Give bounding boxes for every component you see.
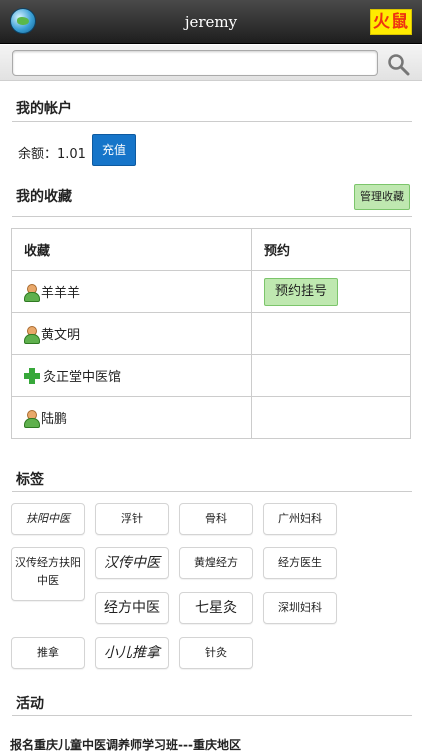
search-icon[interactable] [386, 52, 410, 76]
favorite-name[interactable]: 羊羊羊 [41, 286, 80, 301]
account-section-title: 我的帐户 [16, 101, 72, 117]
tag-button[interactable]: 七星灸 [179, 592, 253, 624]
tag-button[interactable]: 汉传中医 [95, 547, 169, 579]
tag-button[interactable]: 扶阳中医 [11, 503, 85, 535]
column-header-booking: 预约 [251, 228, 411, 271]
tag-button[interactable]: 浮针 [95, 503, 169, 535]
favorite-cell[interactable]: 羊羊羊 [11, 270, 252, 313]
favorite-name[interactable]: 黄文明 [41, 328, 80, 343]
tag-button[interactable]: 深圳妇科 [263, 592, 337, 624]
search-input[interactable] [12, 50, 378, 76]
divider [12, 121, 412, 122]
tag-button[interactable]: 黄煌经方 [179, 547, 253, 579]
activity-item-link[interactable]: 报名重庆儿童中医调养师学习班---重庆地区 [10, 736, 241, 753]
tag-button[interactable]: 针灸 [179, 637, 253, 669]
search-bar [0, 45, 422, 81]
tags-section-title: 标签 [16, 472, 44, 488]
activity-section-title: 活动 [16, 696, 44, 712]
tag-button[interactable]: 汉传经方扶阳中医 [11, 547, 85, 601]
person-icon [24, 326, 40, 344]
booking-cell [251, 396, 411, 439]
column-header-favorite: 收藏 [11, 228, 252, 271]
tag-button[interactable]: 推拿 [11, 637, 85, 669]
green-cross-icon [24, 368, 40, 384]
table-row: 羊羊羊 预约挂号 [11, 270, 411, 313]
page-title: jeremy [184, 13, 238, 31]
favorite-cell[interactable]: 灸正堂中医馆 [11, 354, 252, 397]
brand-logo[interactable]: 火鼠 [370, 9, 412, 35]
favorite-name[interactable]: 灸正堂中医馆 [43, 370, 121, 385]
favorites-table: 收藏 预约 羊羊羊 预约挂号 黄文明 灸正堂中医馆 陆鹏 [11, 228, 411, 439]
table-row: 黄文明 [11, 312, 411, 355]
person-icon [24, 284, 40, 302]
balance-label: 余额：1.01 [18, 147, 86, 162]
booking-cell [251, 312, 411, 355]
person-icon [24, 410, 40, 428]
divider [12, 491, 412, 492]
booking-cell [251, 354, 411, 397]
tag-button[interactable]: 经方医生 [263, 547, 337, 579]
table-header-row: 收藏 预约 [11, 228, 411, 271]
booking-cell: 预约挂号 [251, 270, 411, 313]
book-appointment-button[interactable]: 预约挂号 [264, 277, 338, 306]
table-row: 陆鹏 [11, 396, 411, 439]
divider [12, 715, 412, 716]
tag-button[interactable]: 小儿推拿 [95, 637, 169, 669]
tag-button[interactable]: 广州妇科 [263, 503, 337, 535]
favorite-cell[interactable]: 陆鹏 [11, 396, 252, 439]
table-row: 灸正堂中医馆 [11, 354, 411, 397]
manage-favorites-button[interactable]: 管理收藏 [354, 184, 410, 210]
tag-button[interactable]: 经方中医 [95, 592, 169, 624]
top-bar: jeremy 火鼠 [0, 0, 422, 44]
favorite-cell[interactable]: 黄文明 [11, 312, 252, 355]
tag-button[interactable]: 骨科 [179, 503, 253, 535]
divider [12, 216, 412, 217]
favorite-name[interactable]: 陆鹏 [41, 412, 67, 427]
recharge-button[interactable]: 充值 [92, 134, 136, 166]
favorites-section-title: 我的收藏 [16, 189, 72, 205]
